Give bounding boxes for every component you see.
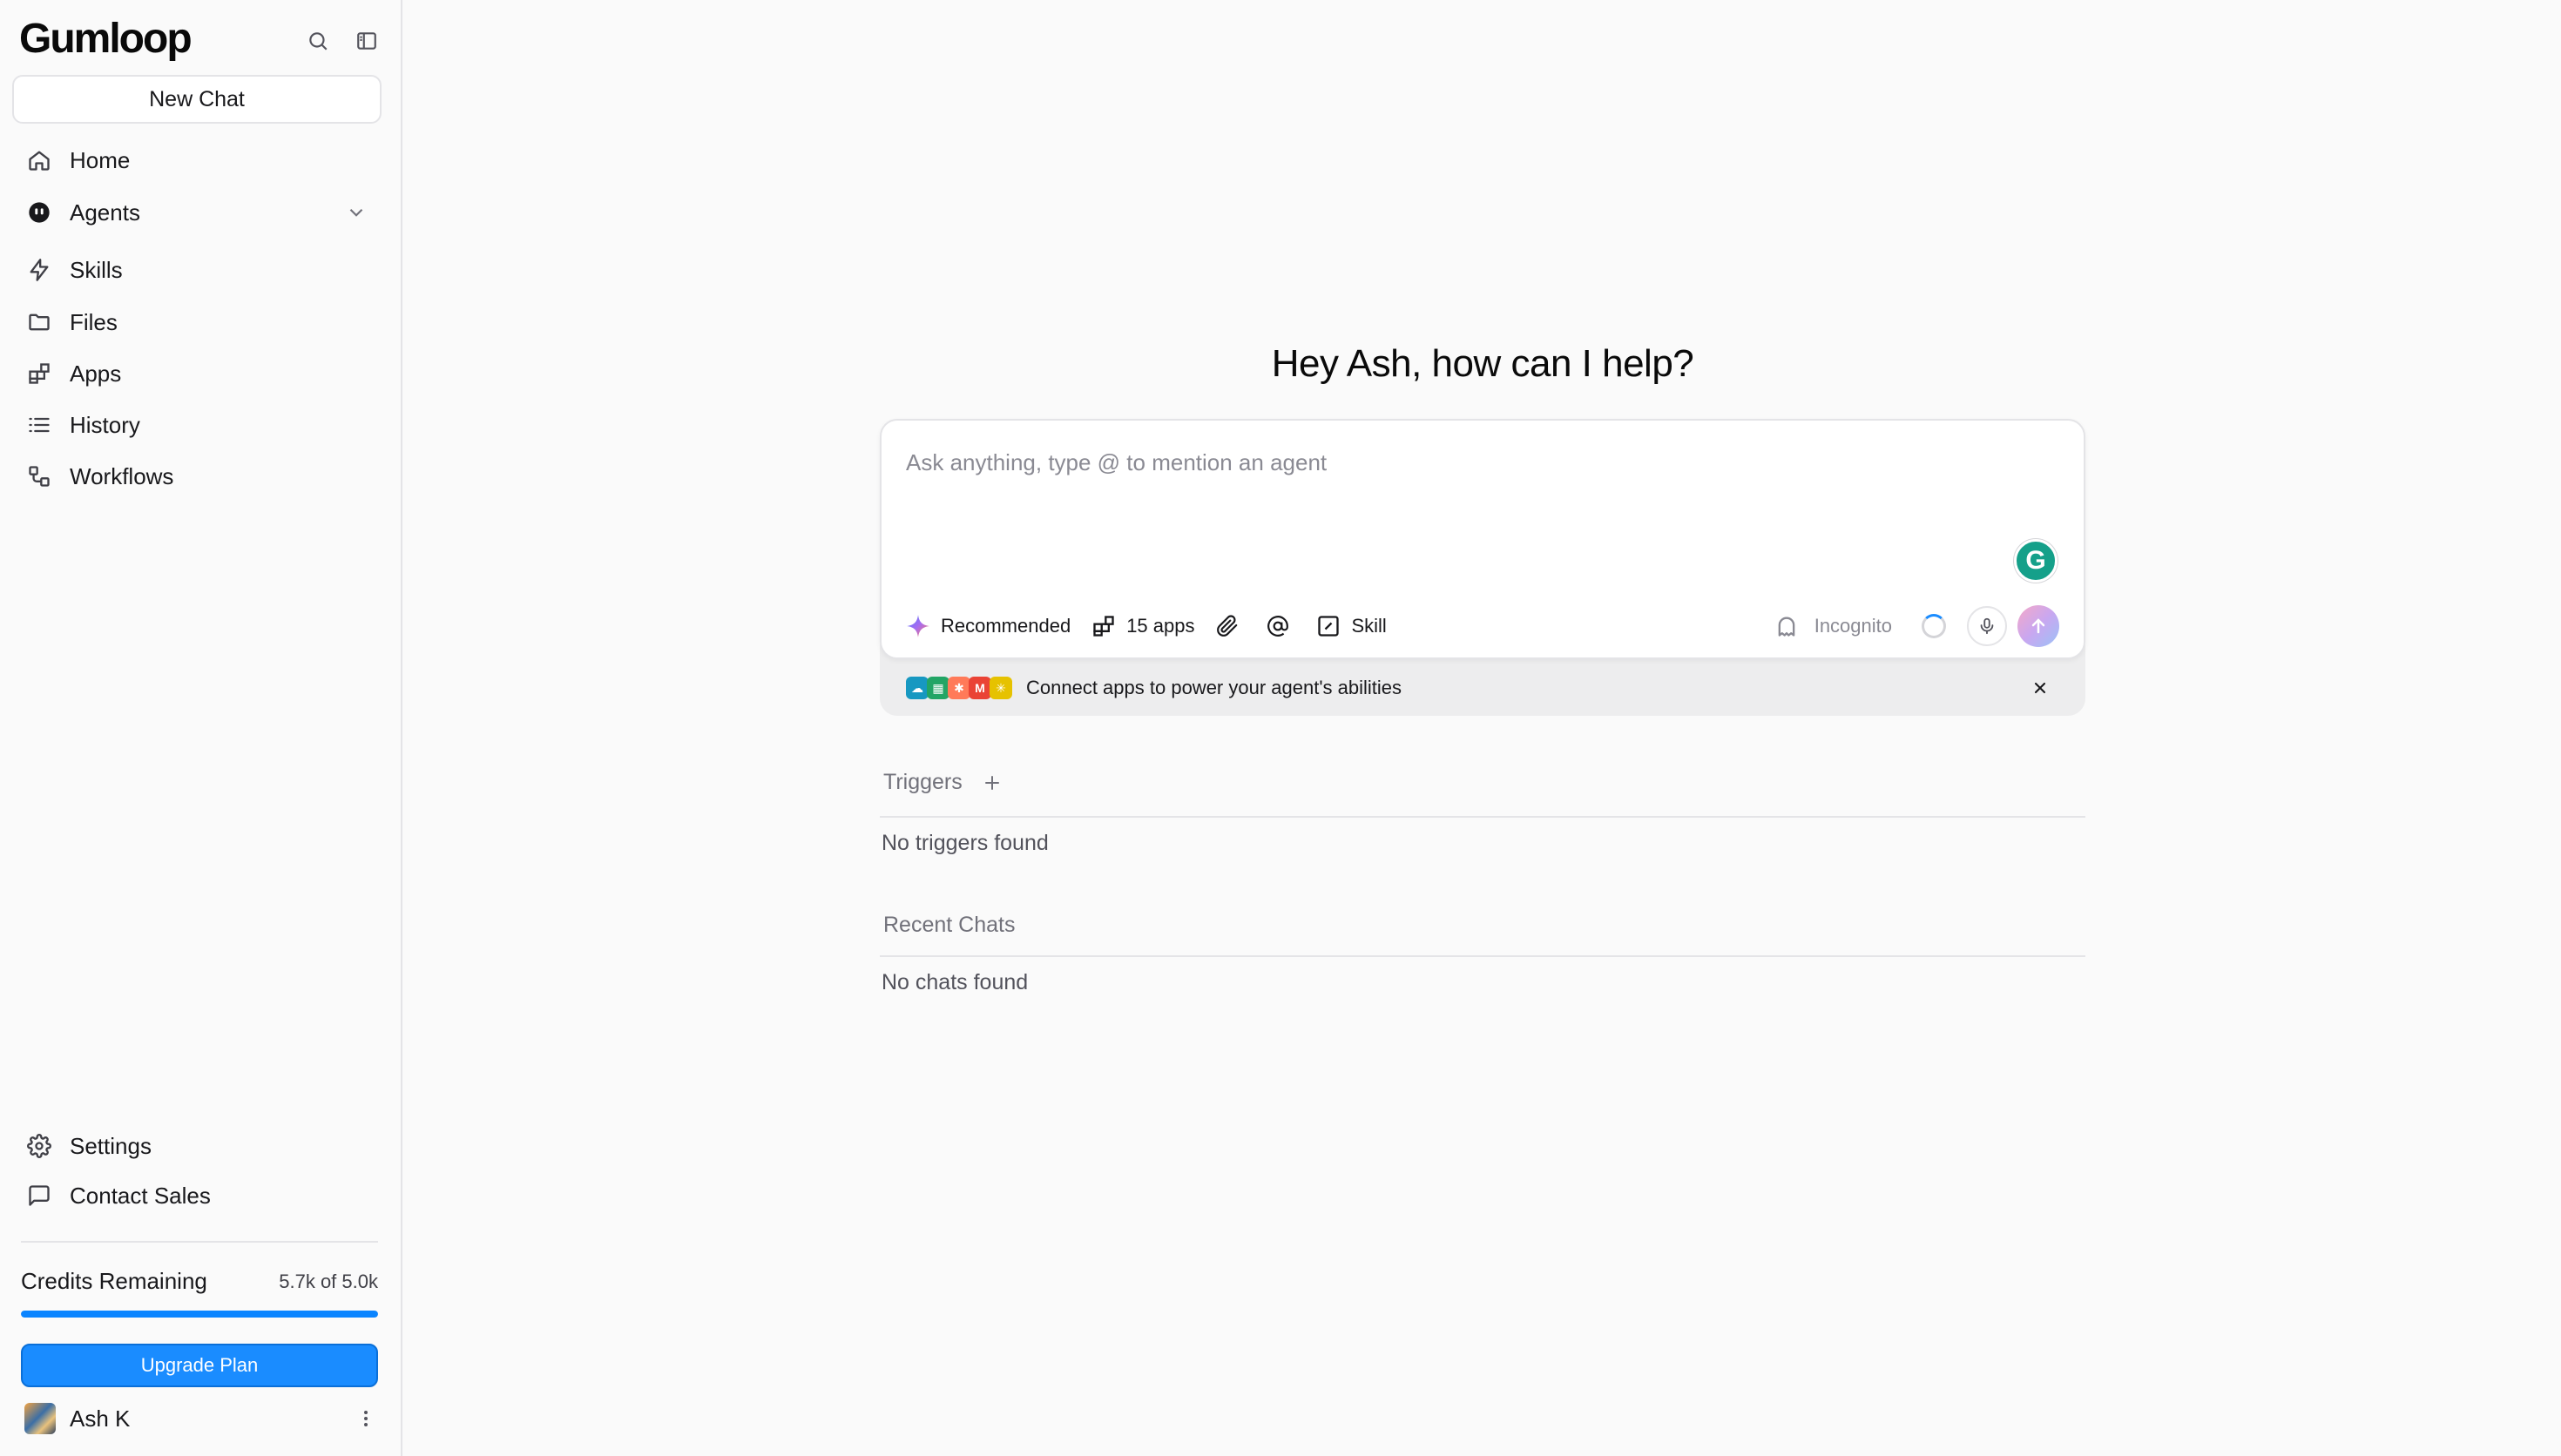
triggers-header: Triggers: [883, 770, 2085, 795]
gmail-icon: M: [969, 677, 991, 699]
folder-icon: [26, 309, 52, 335]
chat-input[interactable]: [906, 445, 1951, 480]
upgrade-plan-button[interactable]: Upgrade Plan: [21, 1344, 378, 1387]
home-icon: [26, 147, 52, 173]
apps-button[interactable]: 15 apps: [1091, 614, 1194, 638]
sidebar-divider: [21, 1241, 378, 1243]
close-icon[interactable]: [2030, 677, 2051, 698]
lightning-icon: [26, 257, 52, 283]
credits-value: 5.7k of 5.0k: [279, 1270, 378, 1292]
model-selector-button[interactable]: Recommended: [906, 614, 1071, 638]
composer-toolbar: Recommended 15 apps Skill Incognito: [906, 605, 2059, 647]
more-vertical-icon[interactable]: [354, 1406, 378, 1431]
triggers-empty-text: No triggers found: [882, 831, 1049, 855]
ghost-icon: [1778, 617, 1795, 637]
main-content: Hey Ash, how can I help? G Recommended 1…: [402, 0, 2561, 1456]
sidebar-item-contact-sales[interactable]: Contact Sales: [12, 1173, 382, 1218]
apps-icon: [1093, 616, 1114, 637]
sidebar-item-home[interactable]: Home: [12, 138, 382, 183]
workflow-icon: [26, 463, 52, 489]
sidebar-item-label: Settings: [70, 1132, 152, 1159]
mention-icon[interactable]: [1266, 614, 1290, 638]
credits-label: Credits Remaining: [21, 1268, 207, 1294]
hubspot-icon: ✱: [948, 677, 970, 699]
connect-apps-content: ☁ ▦ ✱ M ✳ Connect apps to power your age…: [906, 674, 2059, 702]
sidebar-item-label: Agents: [70, 199, 140, 226]
google-sheets-icon: ▦: [927, 677, 949, 699]
loading-spinner-icon: [1922, 614, 1946, 638]
recent-chats-header: Recent Chats: [883, 913, 2085, 938]
sidebar: Gumloop New Chat Home Agents Skills File…: [0, 0, 402, 1456]
skill-icon: [1318, 616, 1340, 637]
user-profile[interactable]: Ash K: [24, 1401, 378, 1436]
skill-button[interactable]: Skill: [1316, 614, 1387, 638]
recent-chats-empty-text: No chats found: [882, 970, 1029, 994]
send-button[interactable]: [2017, 605, 2059, 647]
credits-progress-bar: [21, 1311, 378, 1318]
avatar: [24, 1403, 56, 1434]
brand-logo[interactable]: Gumloop: [19, 18, 193, 60]
sidebar-item-settings[interactable]: Settings: [12, 1123, 382, 1169]
sidebar-item-workflows[interactable]: Workflows: [12, 454, 382, 499]
skill-label: Skill: [1351, 615, 1387, 637]
sidebar-item-label: Skills: [70, 256, 123, 283]
sparkle-icon: [907, 615, 929, 637]
credits-progress-fill: [21, 1311, 378, 1318]
sidebar-item-apps[interactable]: Apps: [12, 351, 382, 396]
microphone-button[interactable]: [1967, 606, 2007, 646]
agents-icon: [26, 199, 52, 226]
search-icon[interactable]: [305, 28, 331, 54]
sidebar-item-label: Home: [70, 146, 131, 173]
model-selector-label: Recommended: [941, 615, 1071, 637]
sidebar-item-files[interactable]: Files: [12, 300, 382, 345]
sidebar-item-skills[interactable]: Skills: [12, 247, 382, 293]
connect-apps-text: Connect apps to power your agent's abili…: [1026, 677, 1402, 698]
paperclip-icon[interactable]: [1215, 614, 1240, 638]
message-icon: [26, 1183, 52, 1209]
sidebar-item-label: Contact Sales: [70, 1182, 211, 1209]
apps-icon: [26, 361, 52, 387]
gear-icon: [26, 1133, 52, 1159]
composer-actions: Incognito: [1774, 605, 2059, 647]
credits-row: Credits Remaining 5.7k of 5.0k: [21, 1268, 378, 1295]
list-icon: [26, 412, 52, 438]
incognito-label: Incognito: [1814, 615, 1892, 637]
app-icons-group: ☁ ▦ ✱ M ✳: [906, 677, 1012, 699]
sidebar-header-actions: [305, 28, 380, 54]
sidebar-item-agents[interactable]: Agents: [12, 190, 382, 235]
microphone-icon: [1980, 617, 1994, 635]
chat-composer: G Recommended 15 apps Skil: [880, 419, 2085, 659]
salesforce-icon: ☁: [906, 677, 929, 699]
triggers-title: Triggers: [883, 770, 963, 794]
zapier-icon: ✳: [990, 677, 1012, 699]
recent-chats-title: Recent Chats: [883, 913, 1016, 937]
new-chat-button[interactable]: New Chat: [12, 75, 382, 124]
arrow-up-icon: [2031, 618, 2045, 634]
plus-icon[interactable]: [982, 772, 1003, 793]
app-root: Gumloop New Chat Home Agents Skills File…: [0, 0, 2561, 1456]
user-name: Ash K: [70, 1405, 131, 1432]
sidebar-item-label: Workflows: [70, 462, 174, 489]
logo-row: Gumloop: [19, 17, 382, 61]
sidebar-toggle-icon[interactable]: [354, 28, 380, 54]
sidebar-item-label: History: [70, 411, 140, 438]
recent-chats-divider: [880, 955, 2085, 957]
chevron-down-icon[interactable]: [345, 201, 368, 224]
triggers-divider: [880, 816, 2085, 818]
sidebar-item-label: Apps: [70, 360, 122, 387]
apps-count-label: 15 apps: [1126, 615, 1195, 637]
incognito-toggle[interactable]: Incognito: [1774, 614, 1892, 638]
sidebar-item-history[interactable]: History: [12, 402, 382, 448]
grammarly-icon[interactable]: G: [2014, 539, 2058, 583]
page-title: Hey Ash, how can I help?: [1271, 342, 1694, 385]
sidebar-item-label: Files: [70, 308, 118, 335]
